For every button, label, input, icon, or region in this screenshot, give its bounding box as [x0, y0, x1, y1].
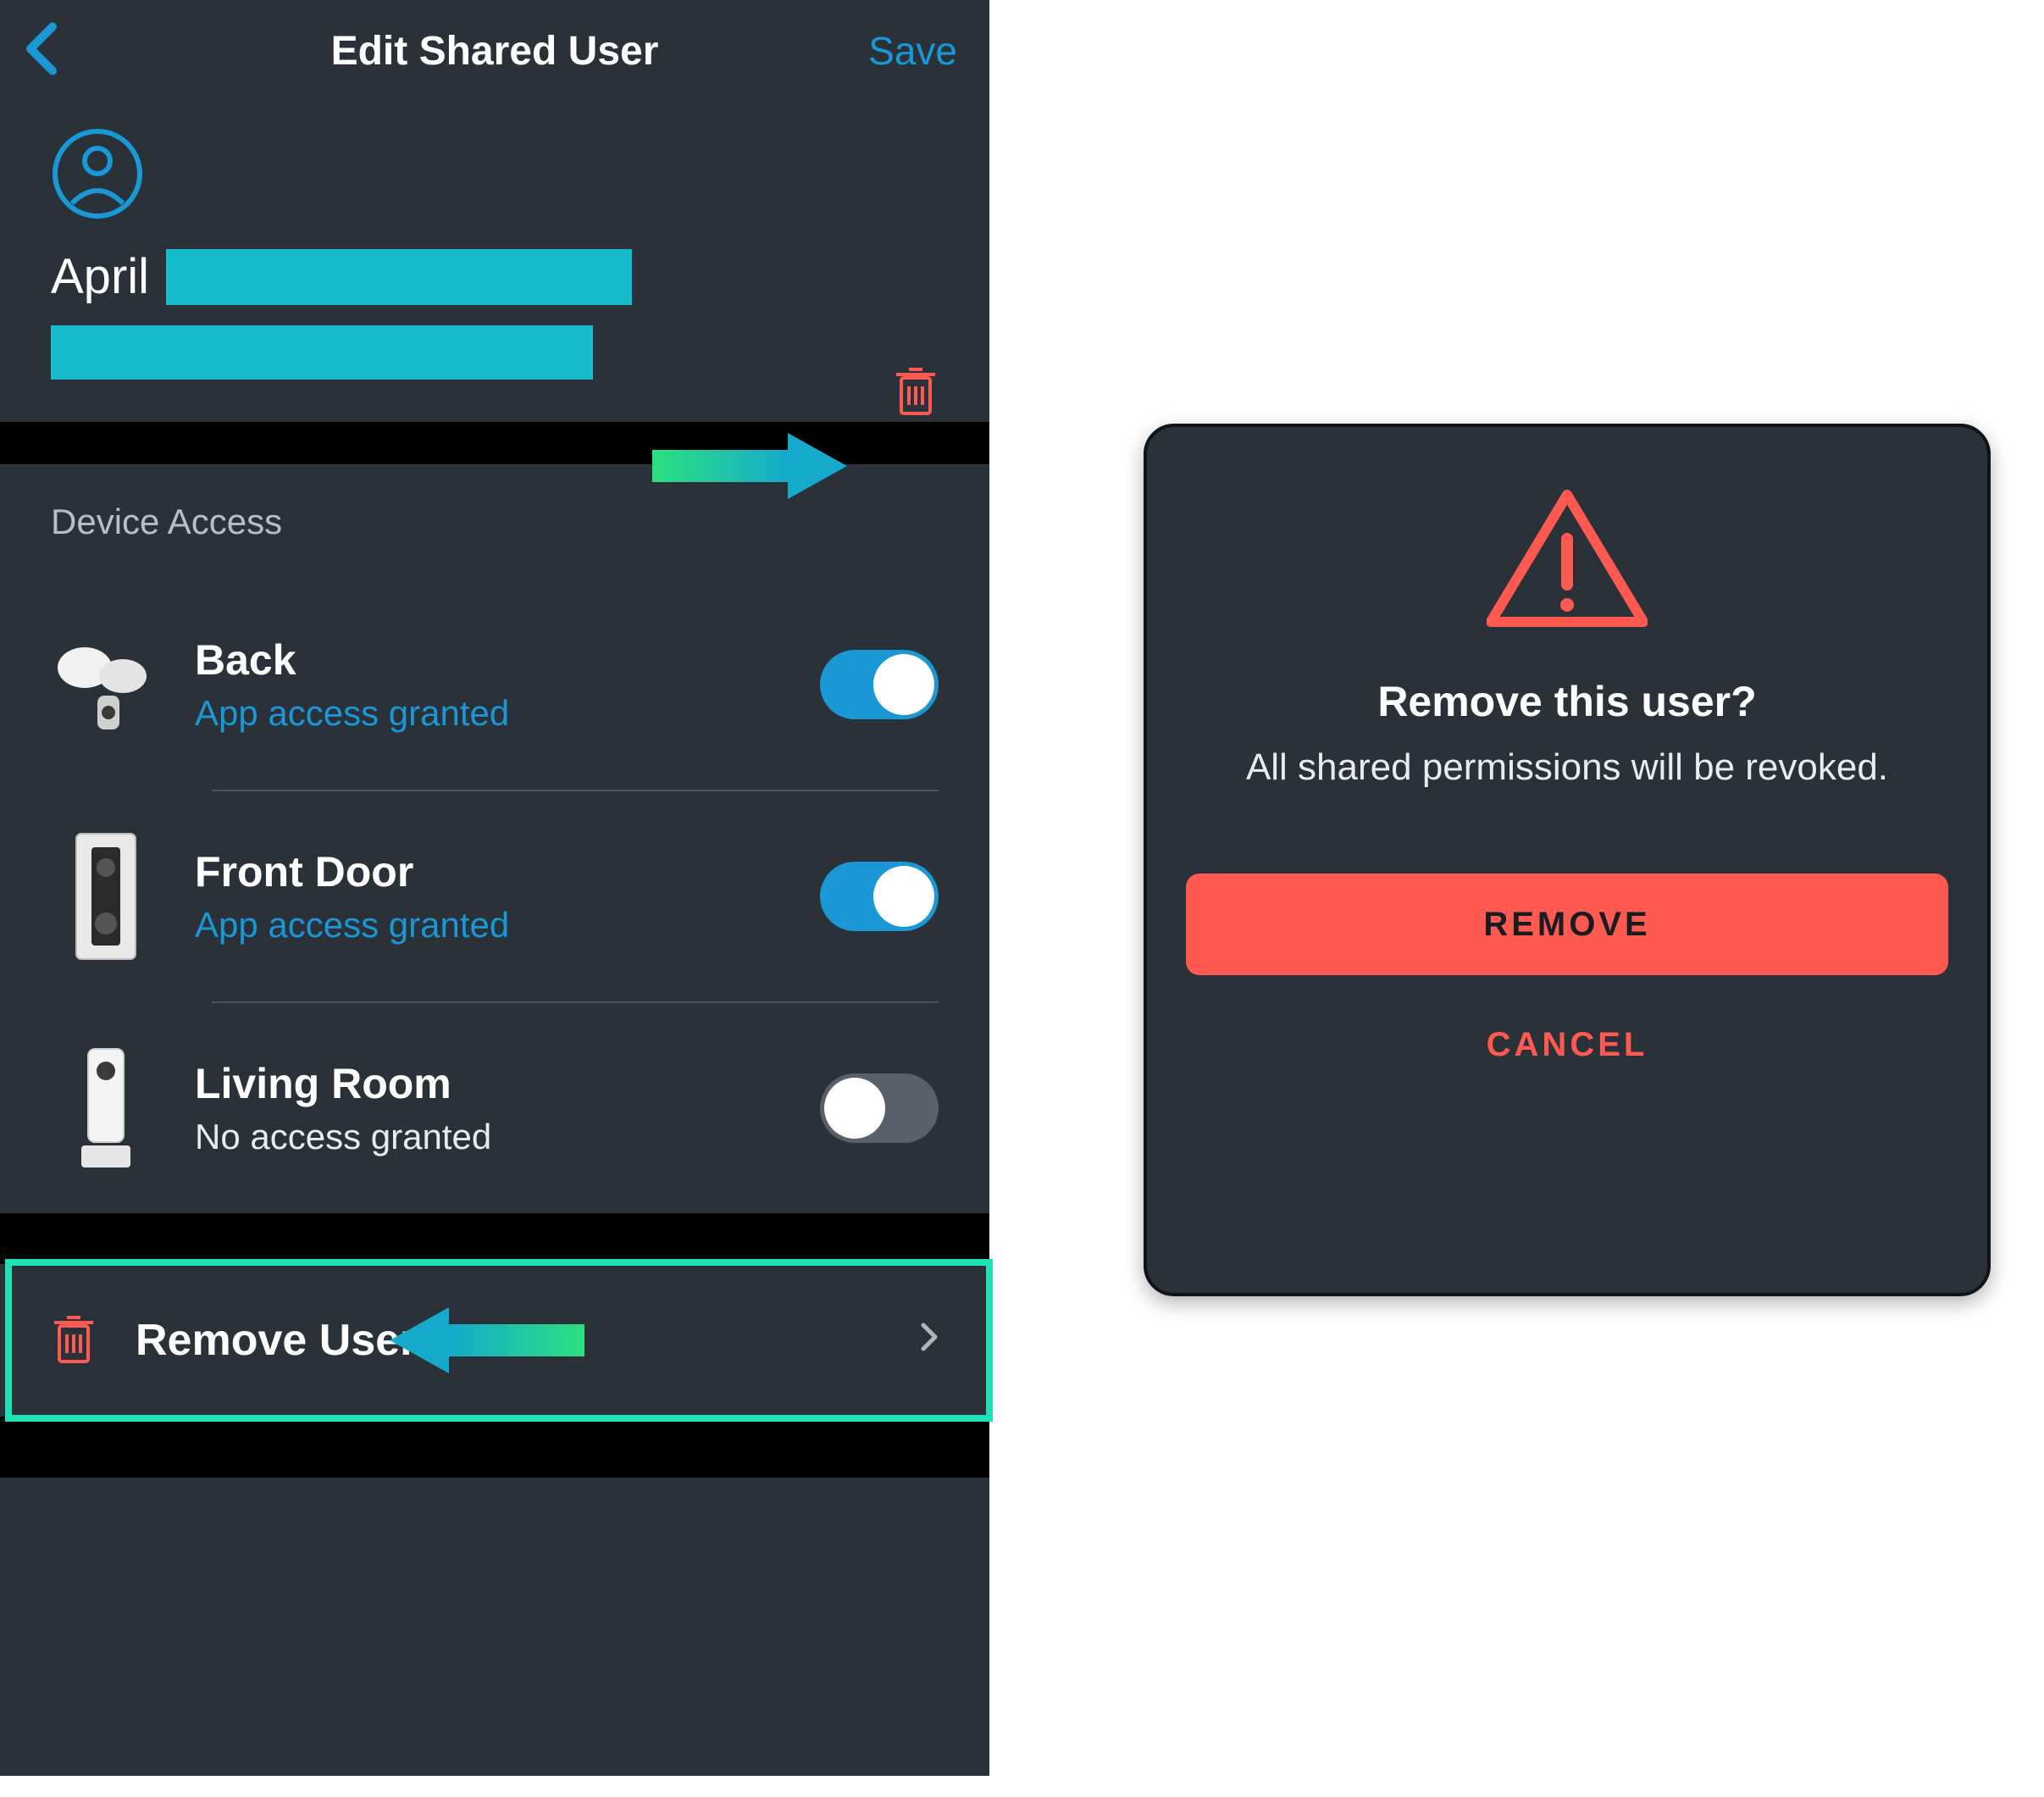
device-row-front-door[interactable]: Front Door App access granted — [0, 791, 989, 1001]
warning-icon — [1487, 486, 1648, 635]
user-first-name: April — [51, 248, 149, 305]
redacted-email — [51, 325, 593, 380]
bottom-spacer — [0, 1417, 989, 1478]
device-row-back[interactable]: Back App access granted — [0, 580, 989, 790]
device-toggle-front-door[interactable] — [820, 862, 939, 931]
user-info-block: April — [0, 102, 989, 422]
chevron-left-icon — [24, 22, 58, 76]
device-thumb-doorbell — [51, 829, 161, 964]
device-list: Back App access granted Front Do — [0, 580, 989, 1213]
device-thumb-indoor-cam — [51, 1040, 161, 1176]
section-divider — [0, 1213, 989, 1264]
delete-user-button[interactable] — [893, 364, 939, 421]
device-name: Living Room — [195, 1059, 820, 1108]
avatar-icon — [51, 127, 144, 225]
device-name: Back — [195, 635, 820, 685]
dialog-cancel-button[interactable]: CANCEL — [1487, 1026, 1648, 1064]
trash-icon — [51, 1312, 97, 1369]
remove-user-label: Remove User — [136, 1315, 920, 1366]
device-access-heading: Device Access — [0, 464, 989, 580]
section-divider — [0, 422, 989, 464]
remove-user-confirm-dialog: Remove this user? All shared permissions… — [1144, 424, 1991, 1296]
remove-user-row-wrapper: Remove User — [0, 1264, 989, 1417]
back-button[interactable] — [24, 22, 58, 80]
device-status: App access granted — [195, 905, 820, 946]
device-toggle-back[interactable] — [820, 650, 939, 719]
device-row-living-room[interactable]: Living Room No access granted — [0, 1003, 989, 1213]
remove-user-row[interactable]: Remove User — [0, 1264, 989, 1417]
device-toggle-living-room[interactable] — [820, 1073, 939, 1143]
dialog-subtext: All shared permissions will be revoked. — [1246, 746, 1888, 789]
dialog-remove-button[interactable]: REMOVE — [1186, 874, 1948, 975]
trash-icon — [893, 364, 939, 417]
page-title: Edit Shared User — [331, 28, 659, 75]
header-bar: Edit Shared User Save — [0, 0, 989, 102]
device-status: No access granted — [195, 1117, 820, 1157]
chevron-right-icon — [920, 1320, 939, 1361]
dialog-title: Remove this user? — [1377, 677, 1756, 726]
device-thumb-floodlight — [51, 617, 161, 752]
redacted-last-name — [166, 249, 632, 305]
device-name: Front Door — [195, 847, 820, 896]
save-button[interactable]: Save — [868, 28, 957, 74]
edit-shared-user-screen: Edit Shared User Save April — [0, 0, 989, 1776]
device-status: App access granted — [195, 693, 820, 734]
